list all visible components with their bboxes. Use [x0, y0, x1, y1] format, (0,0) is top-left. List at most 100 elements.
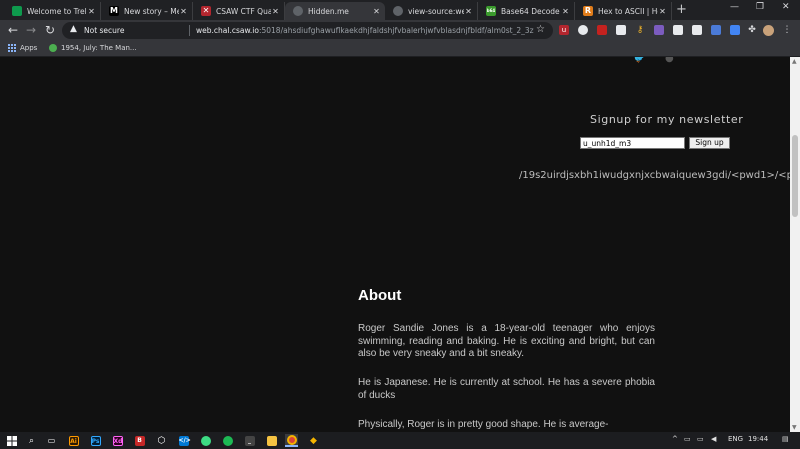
tab-base64[interactable]: b64 Base64 Decode an ✕ — [478, 2, 575, 20]
terminal-icon[interactable]: _ — [243, 434, 256, 447]
github-icon[interactable]: ● — [665, 57, 674, 64]
3d-viewer-icon[interactable]: ⬡ — [155, 434, 168, 447]
signup-button[interactable]: Sign up — [689, 137, 730, 149]
page-scrollbar[interactable]: ▲ ▼ — [790, 57, 800, 432]
window-close-icon[interactable]: ✕ — [782, 2, 790, 12]
illustrator-icon[interactable]: Ai — [67, 434, 80, 447]
extension-red-icon[interactable] — [597, 25, 607, 35]
tab-label: Hex to ASCII | He — [598, 6, 658, 16]
extension-translate-icon[interactable] — [730, 25, 740, 35]
android-studio-icon[interactable] — [199, 434, 212, 447]
notifications-icon[interactable]: ▤ — [782, 435, 789, 443]
spotify-icon[interactable] — [221, 434, 234, 447]
bookmarks-bar: Apps 1954, July: The Man... — [0, 42, 800, 57]
close-icon[interactable]: ✕ — [271, 7, 280, 16]
bookmark-1954[interactable]: 1954, July: The Man... — [49, 44, 137, 52]
tab-medium[interactable]: M New story – Medium ✕ — [101, 2, 193, 20]
bookmark-star-icon[interactable]: ☆ — [536, 24, 545, 35]
windows-taskbar: ⌕ ▭ Ai Ps Xd B ⬡ </> _ ◆ ^ ▭ ▭ ◀ ENG 19:… — [0, 432, 800, 449]
newsletter-title: Signup for my newsletter — [590, 113, 744, 126]
clock[interactable]: 19:44 — [748, 435, 768, 443]
tab-label: Base64 Decode an — [501, 6, 561, 16]
chrome-icon[interactable] — [285, 434, 298, 447]
extension-pen-icon[interactable] — [654, 25, 664, 35]
about-heading: About — [358, 287, 402, 304]
twitter-icon[interactable]: 🐦 — [633, 57, 645, 64]
extensions-puzzle-icon[interactable]: ✤ — [747, 25, 757, 35]
rapidtables-icon: R — [583, 6, 593, 16]
tab-strip: Welcome to Trello ✕ M New story – Medium… — [0, 0, 800, 20]
back-icon[interactable]: ← — [8, 23, 18, 38]
page-content: 🐦 ● Signup for my newsletter Sign up /19… — [0, 57, 790, 432]
browser-toolbar: ← → ↻ ▲ Not secure web.chal.csaw.io:5018… — [0, 20, 800, 42]
close-icon[interactable]: ✕ — [464, 7, 473, 16]
tab-hex[interactable]: R Hex to ASCII | He ✕ — [575, 2, 672, 20]
tab-label: view-source:web.c — [408, 6, 464, 16]
bookmark-favicon-icon — [49, 44, 57, 52]
avatar[interactable] — [763, 25, 774, 36]
trello-icon — [12, 6, 22, 16]
language-indicator[interactable]: ENG — [728, 435, 743, 443]
about-paragraph: Roger Sandie Jones is a 18-year-old teen… — [358, 323, 655, 359]
url-text[interactable]: web.chal.csaw.io:5018/ahsdiufghawuflkaek… — [196, 26, 534, 35]
url-path: :5018/ahsdiufghawuflkaekdhjfaldshjfvbale… — [258, 26, 534, 35]
new-tab-icon[interactable]: + — [676, 3, 687, 17]
file-explorer-icon[interactable] — [265, 434, 278, 447]
menu-icon[interactable]: ⋮ — [782, 25, 792, 35]
newsletter-input[interactable] — [580, 137, 685, 149]
windows-start-icon[interactable] — [5, 434, 18, 447]
tab-csaw[interactable]: ✕ CSAW CTF Quals 2 ✕ — [193, 2, 285, 20]
extension-doc-icon[interactable] — [616, 25, 626, 35]
tab-label: CSAW CTF Quals 2 — [216, 6, 271, 16]
tray-chevron-icon[interactable]: ^ — [672, 435, 678, 443]
app-diamond-icon[interactable]: ◆ — [307, 434, 320, 447]
ctf-icon: ✕ — [201, 6, 211, 16]
address-bar[interactable]: ▲ Not secure web.chal.csaw.io:5018/ahsdi… — [62, 22, 553, 39]
tab-trello[interactable]: Welcome to Trello ✕ — [4, 2, 101, 20]
app-red-icon[interactable]: B — [133, 434, 146, 447]
extension-list-icon[interactable] — [692, 25, 702, 35]
extension-circle-icon[interactable] — [578, 25, 588, 35]
tab-hidden[interactable]: Hidden.me ✕ — [285, 2, 385, 20]
xd-icon[interactable]: Xd — [111, 434, 124, 447]
ublock-icon[interactable]: u — [559, 25, 569, 35]
photoshop-icon[interactable]: Ps — [89, 434, 102, 447]
scroll-down-arrow-icon[interactable]: ▼ — [792, 424, 797, 431]
base64-icon: b64 — [486, 6, 496, 16]
forward-icon[interactable]: → — [26, 23, 36, 38]
extension-key-icon[interactable]: ⚷ — [635, 25, 645, 35]
close-icon[interactable]: ✕ — [87, 7, 96, 16]
warning-icon[interactable]: ▲ — [70, 24, 77, 34]
bookmark-label: 1954, July: The Man... — [61, 44, 137, 52]
about-paragraph: He is Japanese. He is currently at schoo… — [358, 377, 655, 401]
vscode-icon[interactable]: </> — [177, 434, 191, 447]
task-view-icon[interactable]: ▭ — [45, 434, 58, 447]
close-icon[interactable]: ✕ — [658, 7, 667, 16]
reload-icon[interactable]: ↻ — [45, 23, 55, 38]
tab-view-source[interactable]: view-source:web.c ✕ — [385, 2, 478, 20]
tab-label: Welcome to Trello — [27, 6, 87, 16]
close-icon[interactable]: ✕ — [179, 7, 188, 16]
restore-icon[interactable]: ❐ — [756, 2, 764, 12]
volume-icon[interactable]: ◀ — [711, 435, 716, 443]
tab-label: New story – Medium — [124, 6, 179, 16]
close-icon[interactable]: ✕ — [561, 7, 570, 16]
apps-grid-icon — [8, 44, 16, 52]
hidden-path-text: /19s2uirdjsxbh1iwudgxnjxcbwaiquew3gdi/<p… — [519, 170, 790, 181]
battery-icon[interactable]: ▭ — [697, 435, 704, 443]
network-icon[interactable]: ▭ — [684, 435, 691, 443]
bookmark-apps[interactable]: Apps — [8, 44, 37, 52]
extension-grid-icon[interactable] — [673, 25, 683, 35]
scroll-thumb[interactable] — [792, 135, 798, 217]
divider — [189, 25, 190, 36]
tab-label: Hidden.me — [308, 6, 349, 16]
extension-blue-icon[interactable] — [711, 25, 721, 35]
scroll-up-arrow-icon[interactable]: ▲ — [792, 58, 797, 65]
globe-icon — [393, 6, 403, 16]
security-label: Not secure — [84, 26, 125, 35]
bookmark-label: Apps — [20, 44, 38, 52]
globe-icon — [293, 6, 303, 16]
minimize-icon[interactable]: — — [730, 2, 739, 12]
search-icon[interactable]: ⌕ — [25, 434, 38, 447]
close-icon[interactable]: ✕ — [372, 7, 381, 16]
